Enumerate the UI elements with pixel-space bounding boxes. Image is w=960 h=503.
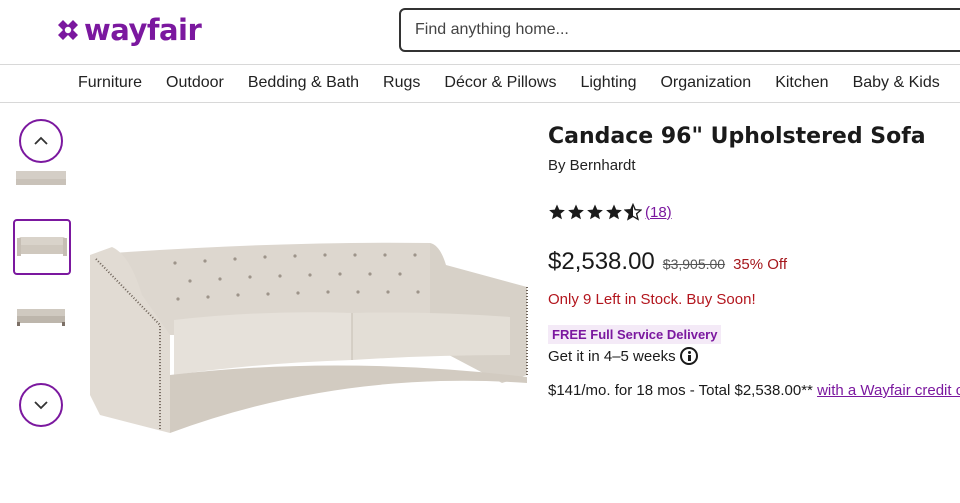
sale-price: $2,538.00 bbox=[548, 248, 655, 275]
wayfair-logo[interactable]: wayfair bbox=[56, 10, 202, 50]
stock-warning: Only 9 Left in Stock. Buy Soon! bbox=[548, 291, 756, 308]
nav-item-furniture[interactable]: Furniture bbox=[78, 74, 142, 92]
nav-item-kitchen[interactable]: Kitchen bbox=[775, 74, 828, 92]
category-nav: Furniture Outdoor Bedding & Bath Rugs Décor … bbox=[0, 65, 960, 103]
wayfair-logo-icon bbox=[58, 20, 78, 40]
info-icon[interactable] bbox=[679, 347, 698, 365]
site-header: wayfair bbox=[0, 0, 960, 65]
product-title: Candace 96" Upholstered Sofa bbox=[548, 124, 926, 149]
thumbnail-up-button[interactable] bbox=[19, 119, 63, 163]
discount-label: 35% Off bbox=[733, 256, 787, 273]
thumbnail-2-selected[interactable] bbox=[13, 219, 71, 275]
nav-item-outdoor[interactable]: Outdoor bbox=[166, 74, 224, 92]
product-brand[interactable]: By Bernhardt bbox=[548, 157, 636, 174]
brand-name[interactable]: By Bernhardt bbox=[548, 157, 636, 174]
review-count-link[interactable]: (18) bbox=[645, 204, 672, 221]
price-block: $2,538.00 $3,905.00 35% Off bbox=[548, 248, 787, 276]
search-input[interactable] bbox=[415, 21, 935, 39]
nav-item-bedding-bath[interactable]: Bedding & Bath bbox=[248, 74, 359, 92]
sofa-thumbnail-image bbox=[17, 237, 67, 256]
sofa-thumbnail-image bbox=[17, 309, 65, 326]
category-nav-list: Furniture Outdoor Bedding & Bath Rugs Décor … bbox=[78, 74, 960, 92]
logo-text: wayfair bbox=[84, 13, 202, 47]
thumbnail-3[interactable] bbox=[13, 299, 71, 355]
sofa-image bbox=[90, 242, 528, 433]
thumbnail-1[interactable] bbox=[13, 171, 71, 197]
delivery-estimate: Get it in 4–5 weeks bbox=[548, 347, 698, 365]
nav-item-baby-kids[interactable]: Baby & Kids bbox=[853, 74, 940, 92]
chevron-down-icon bbox=[34, 401, 48, 410]
product-rating[interactable]: (18) bbox=[548, 203, 672, 221]
search-box[interactable] bbox=[399, 8, 960, 52]
credit-card-link[interactable]: with a Wayfair credit card bbox=[817, 382, 960, 399]
delivery-badge: FREE Full Service Delivery bbox=[548, 325, 722, 344]
main-product-image[interactable] bbox=[90, 225, 530, 440]
rating-stars bbox=[548, 203, 642, 221]
star-full-icon bbox=[568, 204, 584, 220]
financing-offer: $141/mo. for 18 mos - Total $2,538.00** … bbox=[548, 382, 960, 399]
thumbnail-down-button[interactable] bbox=[19, 383, 63, 427]
nav-item-d-cor-pillows[interactable]: Décor & Pillows bbox=[444, 74, 556, 92]
financing-text: $141/mo. for 18 mos - Total $2,538.00** bbox=[548, 382, 813, 399]
sofa-thumbnail-image bbox=[16, 171, 66, 185]
star-full-icon bbox=[606, 204, 622, 220]
star-full-icon bbox=[549, 204, 565, 220]
original-price: $3,905.00 bbox=[662, 256, 726, 272]
thumbnail-gallery bbox=[0, 103, 90, 503]
star-full-icon bbox=[587, 204, 603, 220]
delivery-estimate-text: Get it in 4–5 weeks bbox=[548, 347, 676, 365]
nav-item-organization[interactable]: Organization bbox=[660, 74, 751, 92]
nav-item-rugs[interactable]: Rugs bbox=[383, 74, 420, 92]
star-half-icon bbox=[624, 203, 642, 221]
nav-item-lighting[interactable]: Lighting bbox=[580, 74, 636, 92]
chevron-up-icon bbox=[34, 136, 48, 145]
